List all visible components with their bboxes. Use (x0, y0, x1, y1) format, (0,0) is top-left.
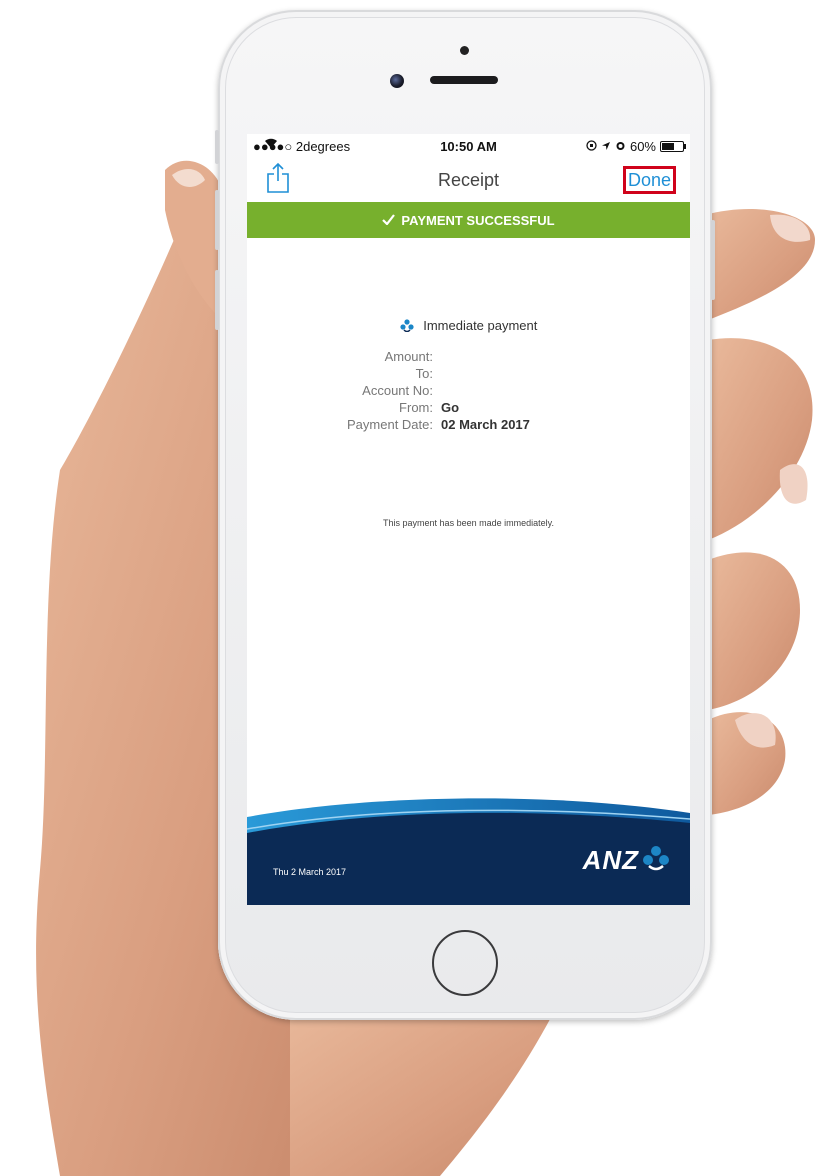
rotation-lock-icon (586, 139, 597, 154)
front-camera (390, 74, 404, 88)
detail-label: To: (415, 366, 433, 381)
success-banner: PAYMENT SUCCESSFUL (247, 202, 690, 238)
power-button (711, 220, 715, 300)
footer-date: Thu 2 March 2017 (273, 867, 347, 877)
anz-people-logo-icon (642, 845, 670, 876)
proximity-sensor (460, 46, 469, 55)
checkmark-icon (382, 213, 396, 228)
detail-label: Account No: (362, 383, 433, 398)
alarm-icon (615, 139, 626, 154)
detail-label: Payment Date: (347, 417, 433, 432)
volume-down-button (215, 270, 219, 330)
detail-row-to: To: (247, 365, 690, 382)
app-screen: ●●●●○ 2degrees 10:50 AM 60% Receipt Done… (247, 134, 690, 905)
detail-value: Go (441, 400, 460, 415)
wifi-icon (264, 137, 278, 152)
detail-row-account: Account No: (247, 382, 690, 399)
home-button[interactable] (432, 930, 498, 996)
detail-label: From: (399, 400, 433, 415)
volume-up-button (215, 190, 219, 250)
location-icon (601, 139, 611, 154)
done-button[interactable]: Done (622, 166, 676, 194)
payment-type-label: Immediate payment (423, 318, 538, 333)
nav-bar: Receipt Done (247, 156, 690, 202)
detail-label: Amount: (384, 349, 433, 364)
detail-value: 02 March 2017 (441, 417, 530, 432)
battery-percent: 60% (629, 139, 656, 154)
anz-footer: Thu 2 March 2017 ANZ (247, 793, 690, 905)
payment-details: Amount: To: Account No: From: Go Payment… (247, 348, 690, 433)
battery-icon (660, 141, 686, 152)
banner-label: PAYMENT SUCCESSFUL (401, 212, 555, 228)
mute-switch (215, 130, 219, 164)
anz-mini-logo-icon (399, 318, 414, 335)
payment-note: This payment has been made immediately. (383, 518, 554, 528)
detail-row-from: From: Go (247, 399, 690, 416)
detail-row-amount: Amount: (247, 348, 690, 365)
detail-row-date: Payment Date: 02 March 2017 (247, 416, 690, 433)
status-right: 60% (264, 138, 686, 154)
status-bar: ●●●●○ 2degrees 10:50 AM 60% (247, 134, 690, 156)
payment-type: Immediate payment (247, 318, 690, 335)
logo-text: ANZ (582, 845, 639, 875)
earpiece-speaker (430, 76, 498, 84)
anz-logo: ANZ (583, 845, 670, 876)
